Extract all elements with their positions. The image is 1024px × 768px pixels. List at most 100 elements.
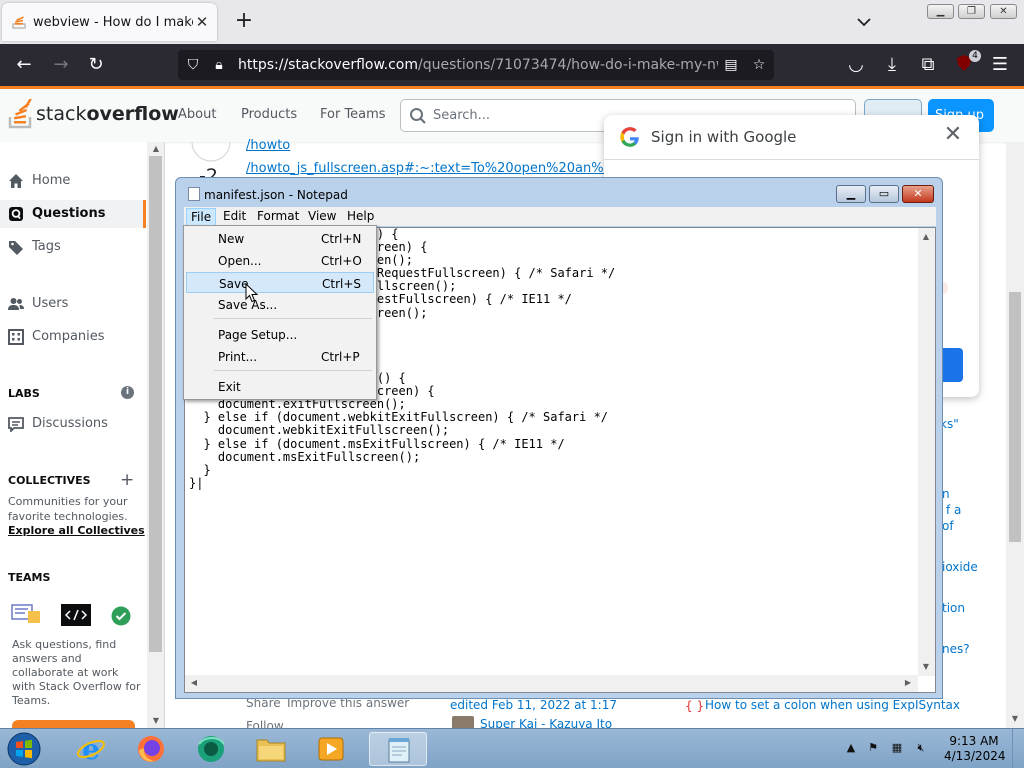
related-fragment[interactable]: tion <box>942 601 965 615</box>
menu-item-open[interactable]: Open... Ctrl+O <box>186 250 374 271</box>
code-line[interactable]: document.webkitExitFullscreen(); <box>189 424 615 437</box>
code-line[interactable]: }| <box>189 476 615 490</box>
sidebar-item-tags[interactable]: Tags <box>0 233 146 261</box>
browser-close-button[interactable]: ✕ <box>990 4 1017 19</box>
sidebar-item-users[interactable]: Users <box>0 290 146 318</box>
menu-file[interactable]: File <box>186 208 217 226</box>
follow-link[interactable]: Follow <box>246 719 284 728</box>
collectives-add-plus-icon[interactable]: + <box>120 470 134 490</box>
related-fragment[interactable]: nes? <box>942 642 970 656</box>
related-fragment[interactable]: of <box>942 519 954 533</box>
pocket-icon[interactable]: ◡ <box>845 54 867 76</box>
author-avatar[interactable] <box>452 716 474 728</box>
notepad-vertical-scrollbar[interactable]: ▲ ▼ <box>918 228 935 676</box>
nav-for-teams[interactable]: For Teams <box>320 107 386 122</box>
page-scrollbar-thumb[interactable] <box>1009 292 1021 542</box>
taskbar-clock[interactable]: 9:13 AM 4/13/2024 <box>944 734 1006 764</box>
answer-link-howto[interactable]: /howto <box>246 138 290 153</box>
labs-info-icon[interactable]: i <box>121 386 134 399</box>
browser-restore-button[interactable]: ❐ <box>958 4 985 19</box>
answer-link-fullscreen[interactable]: /howto_js_fullscreen.asp#:~:text=To%20op… <box>246 161 612 176</box>
menu-item-exit[interactable]: Exit <box>186 376 374 397</box>
code-line[interactable]: document.msExitFullscreen(); <box>189 450 615 464</box>
taskbar-file-explorer[interactable] <box>242 732 300 766</box>
action-center-flag-icon[interactable]: ⚑ <box>866 741 880 755</box>
vote-up-circle[interactable] <box>190 142 232 162</box>
teams-text: with Stack Overflow for <box>12 680 141 693</box>
notepad-scroll-right-icon[interactable]: ▶ <box>901 676 915 690</box>
downloads-icon[interactable]: ⤓ <box>881 54 903 76</box>
file-dropdown-menu: New Ctrl+N Open... Ctrl+O Save Ctrl+S Sa… <box>183 225 377 400</box>
url-text[interactable]: https://stackoverflow.com/questions/7107… <box>238 57 718 73</box>
sidebar-scroll-down-icon[interactable]: ▼ <box>149 714 163 728</box>
code-line[interactable]: } else if (document.msExitFullscreen) { … <box>189 437 615 451</box>
edited-timestamp[interactable]: edited Feb 11, 2022 at 1:17 <box>450 698 617 712</box>
author-name[interactable]: Super Kai - Kazuya Ito <box>480 717 612 728</box>
notepad-close-button[interactable]: ✕ <box>902 185 934 203</box>
related-fragment[interactable]: ioxide <box>942 560 978 574</box>
menu-format[interactable]: Format <box>257 209 299 223</box>
related-fragment[interactable]: f a <box>946 503 961 517</box>
tracking-shield-icon[interactable]: ⛉ <box>184 56 202 74</box>
start-orb-icon[interactable] <box>6 731 42 767</box>
windows-taskbar: e ▲ ⚑ ▦ 🔇︎ 9:13 AM 4/13/2024 <box>0 728 1024 768</box>
browser-tab[interactable]: webview - How do I make my N ✕ <box>2 3 217 41</box>
lock-icon[interactable]: 🔒︎ <box>210 56 228 74</box>
tab-list-chevron-down-icon[interactable] <box>854 12 874 32</box>
notepad-scroll-up-icon[interactable]: ▲ <box>919 230 933 244</box>
menu-separator <box>214 318 372 319</box>
notepad-maximize-button[interactable]: ▭ <box>869 185 899 203</box>
menu-help[interactable]: Help <box>347 209 374 223</box>
sidebar-scroll-up-icon[interactable]: ▲ <box>149 142 163 156</box>
notepad-minimize-button[interactable]: ▁ <box>836 185 866 203</box>
so-logo[interactable]: stackoverflow <box>8 98 179 131</box>
related-question-link[interactable]: How to set a colon when using ExpISyntax <box>705 698 960 712</box>
menu-view[interactable]: View <box>308 209 336 223</box>
menu-item-save-as[interactable]: Save As... <box>186 294 374 315</box>
taskbar-ie[interactable]: e <box>62 732 120 766</box>
nav-products[interactable]: Products <box>241 107 297 122</box>
notepad-horizontal-scrollbar[interactable]: ◀ ▶ <box>185 675 918 692</box>
show-hidden-icons-icon[interactable]: ▲ <box>844 741 858 755</box>
url-bar[interactable]: ⛉ 🔒︎ https://stackoverflow.com/questions… <box>178 50 774 80</box>
volume-muted-icon[interactable]: 🔇︎ <box>914 741 928 755</box>
notepad-scroll-down-icon[interactable]: ▼ <box>919 660 933 674</box>
back-arrow-icon[interactable]: ← <box>13 54 35 76</box>
reader-view-icon[interactable]: ▤ <box>722 56 740 74</box>
tab-close-icon[interactable]: ✕ <box>193 13 211 31</box>
taskbar-notepad[interactable] <box>369 732 427 766</box>
google-popup-close-icon[interactable]: ✕ <box>941 123 965 147</box>
taskbar-media-player[interactable] <box>302 732 360 766</box>
explore-collectives-link[interactable]: Explore all Collectives <box>8 524 145 537</box>
network-icon[interactable]: ▦ <box>890 741 904 755</box>
browser-minimize-button[interactable]: ▁ <box>927 4 954 19</box>
sidebar-scrollbar[interactable]: ▲ ▼ <box>147 142 164 730</box>
page-scroll-down-icon[interactable]: ▼ <box>1008 712 1022 726</box>
taskbar-firefox[interactable] <box>122 732 180 766</box>
new-tab-plus-icon[interactable]: + <box>233 10 255 32</box>
taskbar-app-teal[interactable] <box>182 732 240 766</box>
show-desktop-button[interactable] <box>1012 729 1024 768</box>
bookmark-star-icon[interactable]: ☆ <box>750 56 768 74</box>
menu-item-print[interactable]: Print... Ctrl+P <box>186 346 374 367</box>
notepad-scroll-left-icon[interactable]: ◀ <box>187 676 201 690</box>
forward-arrow-icon[interactable]: → <box>50 54 72 76</box>
menu-item-new[interactable]: New Ctrl+N <box>186 228 374 249</box>
notepad-title-bar[interactable]: manifest.json - Notepad <box>188 187 348 202</box>
related-fragment[interactable]: n <box>942 487 950 501</box>
nav-about[interactable]: About <box>178 107 216 122</box>
ublock-origin-icon[interactable]: 4 <box>953 50 981 76</box>
menu-edit[interactable]: Edit <box>223 209 246 223</box>
sidebar-item-questions[interactable]: Questions <box>0 200 146 228</box>
menu-item-page-setup[interactable]: Page Setup... <box>186 324 374 345</box>
menu-item-save[interactable]: Save Ctrl+S <box>186 272 374 293</box>
extensions-puzzle-icon[interactable]: ⧉ <box>917 54 939 76</box>
page-scrollbar[interactable]: ▼ <box>1006 142 1024 732</box>
sidebar-scrollbar-thumb[interactable] <box>149 156 162 652</box>
reload-icon[interactable]: ↻ <box>85 54 107 76</box>
sidebar-item-companies[interactable]: Companies <box>0 323 146 351</box>
sidebar-item-discussions[interactable]: Discussions <box>0 410 146 438</box>
code-line[interactable]: } <box>189 463 615 477</box>
sidebar-item-home[interactable]: Home <box>0 167 146 195</box>
menu-hamburger-icon[interactable]: ☰ <box>989 54 1011 76</box>
